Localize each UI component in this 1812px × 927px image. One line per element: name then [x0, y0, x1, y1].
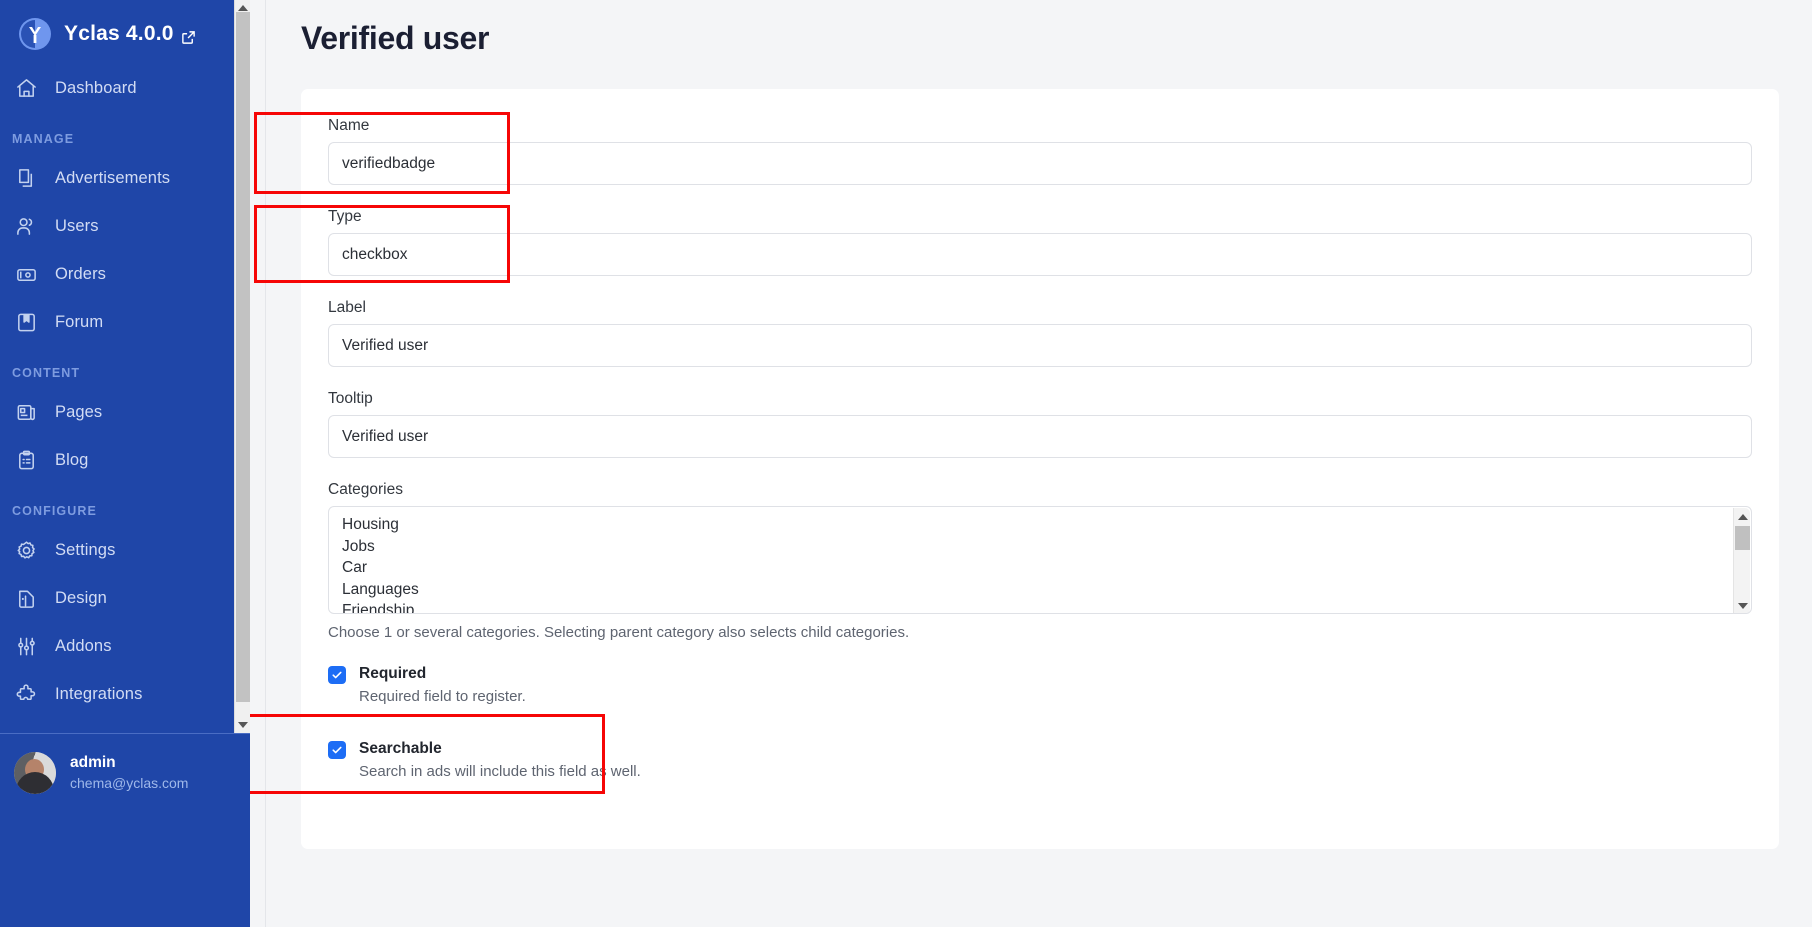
name-input[interactable] [328, 142, 1752, 185]
sidebar-item-label: Orders [55, 265, 106, 284]
sidebar-item-label: Design [55, 589, 107, 608]
user-profile[interactable]: admin chema@yclas.com [0, 733, 250, 927]
sidebar-item-dashboard[interactable]: Dashboard [0, 64, 250, 112]
sidebar-item-label: Forum [55, 313, 103, 332]
money-icon [14, 262, 38, 286]
sidebar-item-advertisements[interactable]: Advertisements [0, 154, 250, 202]
sidebar-item-addons[interactable]: Addons [0, 622, 250, 670]
home-icon [14, 76, 38, 100]
tooltip-label: Tooltip [328, 390, 1752, 408]
required-checkbox[interactable] [328, 666, 346, 684]
required-title: Required [359, 663, 526, 685]
categories-help-text: Choose 1 or several categories. Selectin… [328, 624, 1752, 641]
sidebar-item-forum[interactable]: Forum [0, 298, 250, 346]
field-label-label: Label [328, 299, 1752, 317]
categories-field-group: Categories Housing Jobs Car Languages Fr… [328, 481, 1752, 641]
list-item[interactable]: Friendship [329, 600, 1751, 614]
list-item[interactable]: Car [329, 557, 1751, 579]
list-item[interactable]: Languages [329, 579, 1751, 601]
scroll-up-arrow-icon[interactable] [1734, 508, 1751, 525]
searchable-text-block: Searchable Search in ads will include th… [359, 738, 641, 783]
sidebar-item-integrations[interactable]: Integrations [0, 670, 250, 718]
yclas-logo-icon [18, 17, 52, 51]
design-icon [14, 586, 38, 610]
scroll-down-arrow-icon[interactable] [1734, 597, 1751, 614]
sidebar-scroll-area: Yclas 4.0.0 Dashboard [0, 0, 250, 733]
sidebar-item-label: Settings [55, 541, 115, 560]
searchable-title: Searchable [359, 738, 641, 760]
scroll-down-arrow-icon[interactable] [235, 717, 250, 733]
sidebar-scrollbar-thumb[interactable] [236, 12, 250, 702]
required-description: Required field to register. [359, 686, 526, 708]
searchable-description: Search in ads will include this field as… [359, 761, 641, 783]
puzzle-icon [14, 682, 38, 706]
brand-name: Yclas 4.0.0 [64, 22, 174, 46]
sidebar-item-design[interactable]: Design [0, 574, 250, 622]
brand[interactable]: Yclas 4.0.0 [0, 4, 250, 64]
user-name: admin [70, 753, 188, 773]
name-label: Name [328, 117, 1752, 135]
required-checkbox-row[interactable]: Required Required field to register. [328, 663, 1752, 708]
sidebar-item-label: Dashboard [55, 79, 137, 98]
type-label: Type [328, 208, 1752, 226]
page-title: Verified user [266, 0, 1812, 57]
sidebar-group-configure: CONFIGURE [0, 484, 250, 526]
check-icon [331, 669, 343, 681]
avatar [14, 752, 56, 794]
sidebar-group-content: CONTENT [0, 346, 250, 388]
sidebar-item-label: Users [55, 217, 99, 236]
sidebar-item-label: Advertisements [55, 169, 170, 188]
users-icon [14, 214, 38, 238]
clipboard-icon [14, 448, 38, 472]
sidebar-item-users[interactable]: Users [0, 202, 250, 250]
type-input[interactable] [328, 233, 1752, 276]
sidebar-item-blog[interactable]: Blog [0, 436, 250, 484]
label-field-group: Label [328, 299, 1752, 367]
sidebar-item-label: Pages [55, 403, 102, 422]
sidebar-item-label: Blog [55, 451, 88, 470]
sidebar-item-pages[interactable]: Pages [0, 388, 250, 436]
tooltip-input[interactable] [328, 415, 1752, 458]
main-content: Verified user Name Type Label Tooltip [250, 0, 1812, 927]
sidebar-item-label: Addons [55, 637, 112, 656]
bookmark-icon [14, 310, 38, 334]
categories-scrollbar-thumb[interactable] [1735, 526, 1750, 550]
categories-label: Categories [328, 481, 1752, 499]
list-item[interactable]: Housing [329, 514, 1751, 536]
gear-icon [14, 538, 38, 562]
external-link-icon[interactable] [181, 27, 196, 42]
categories-scrollbar[interactable] [1733, 508, 1750, 614]
sidebar-scrollbar[interactable] [234, 0, 250, 733]
categories-listbox[interactable]: Housing Jobs Car Languages Friendship [328, 506, 1752, 614]
user-email: chema@yclas.com [70, 773, 188, 793]
user-meta: admin chema@yclas.com [70, 752, 188, 793]
field-settings-card: Name Type Label Tooltip Categories [301, 89, 1779, 849]
type-field-group: Type [328, 208, 1752, 276]
sidebar-item-orders[interactable]: Orders [0, 250, 250, 298]
copy-icon [14, 166, 38, 190]
required-text-block: Required Required field to register. [359, 663, 526, 708]
content-left-edge [250, 0, 266, 927]
searchable-checkbox[interactable] [328, 741, 346, 759]
list-item[interactable]: Jobs [329, 536, 1751, 558]
label-input[interactable] [328, 324, 1752, 367]
name-field-group: Name [328, 117, 1752, 185]
app-root: Yclas 4.0.0 Dashboard [0, 0, 1812, 927]
searchable-checkbox-row[interactable]: Searchable Search in ads will include th… [328, 738, 1752, 783]
sliders-icon [14, 634, 38, 658]
sidebar-group-manage: MANAGE [0, 112, 250, 154]
sidebar-item-label: Integrations [55, 685, 142, 704]
sidebar: Yclas 4.0.0 Dashboard [0, 0, 250, 927]
tooltip-field-group: Tooltip [328, 390, 1752, 458]
sidebar-item-settings[interactable]: Settings [0, 526, 250, 574]
check-icon [331, 744, 343, 756]
newspaper-icon [14, 400, 38, 424]
